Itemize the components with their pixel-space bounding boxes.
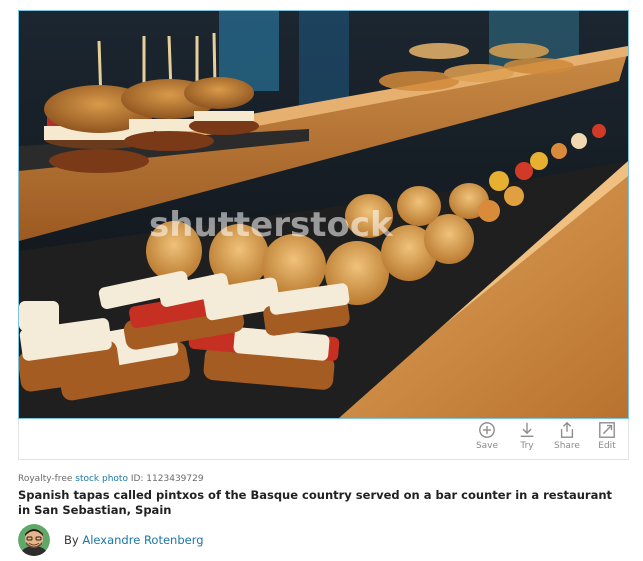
- author-byline: By Alexandre Rotenberg: [64, 533, 204, 547]
- try-label: Try: [520, 441, 534, 451]
- save-button[interactable]: Save: [472, 421, 502, 451]
- edit-icon: [599, 422, 615, 438]
- author-link[interactable]: Alexandre Rotenberg: [82, 533, 203, 547]
- image-actions: Save Try Share Edit: [472, 421, 622, 451]
- edit-button[interactable]: Edit: [592, 421, 622, 451]
- watermark-text: shutterstock: [149, 205, 394, 245]
- image-id: ID: 1123439729: [127, 474, 204, 484]
- by-text: By: [64, 533, 83, 547]
- download-icon: [520, 422, 534, 437]
- stock-photo[interactable]: shutterstock: [18, 10, 629, 419]
- image-meta: Royalty-free stock photo ID: 1123439729: [18, 474, 204, 484]
- try-button[interactable]: Try: [512, 421, 542, 451]
- image-title: Spanish tapas called pintxos of the Basq…: [18, 488, 613, 517]
- share-label: Share: [554, 441, 580, 451]
- save-label: Save: [475, 441, 499, 451]
- plus-circle-icon: [479, 422, 495, 438]
- share-button[interactable]: Share: [552, 421, 582, 451]
- author-row: By Alexandre Rotenberg: [18, 524, 204, 556]
- stock-photo-link[interactable]: stock photo: [75, 474, 128, 484]
- meta-prefix: Royalty-free: [18, 474, 76, 484]
- avatar[interactable]: [18, 524, 50, 556]
- tapas-image: shutterstock: [19, 11, 628, 418]
- edit-label: Edit: [598, 441, 616, 451]
- image-card: shutterstock Save Try Share Edit: [18, 10, 629, 460]
- share-icon: [560, 421, 574, 438]
